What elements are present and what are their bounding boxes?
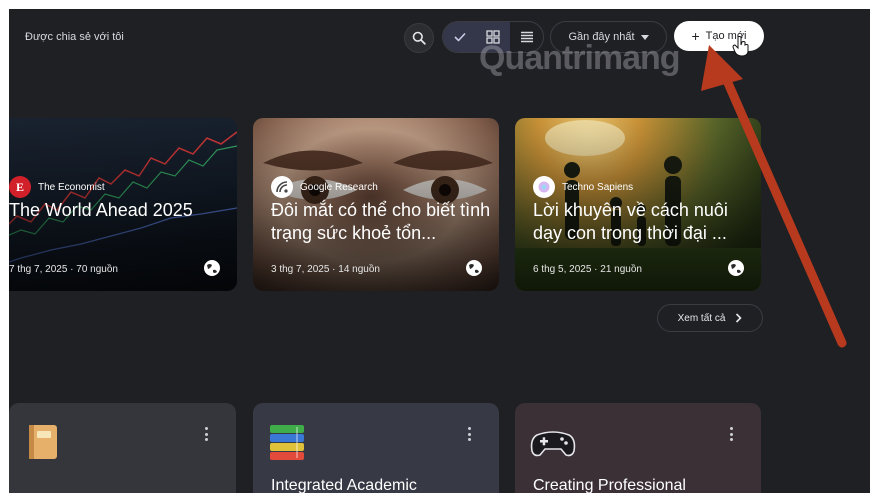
more-options-icon[interactable]	[729, 427, 733, 441]
notebook-title: Integrated Academic	[271, 477, 417, 493]
card-source-name: Techno Sapiens	[562, 181, 634, 193]
card-source-name: The Economist	[38, 181, 105, 193]
notebook-home-page: Được chia sẻ với tôi Gần đây nhất Quantr…	[9, 9, 870, 493]
economist-logo-icon: E	[9, 176, 31, 198]
globe-icon	[728, 260, 744, 276]
book-icon	[29, 425, 57, 459]
notebook-card[interactable]	[9, 403, 236, 493]
card-meta: 3 thg 7, 2025 · 14 nguồn	[271, 264, 380, 275]
notebook-card[interactable]: Integrated Academic	[253, 403, 499, 493]
card-source: Google Research	[271, 176, 378, 198]
chevron-right-icon	[736, 313, 743, 323]
techno-sapiens-logo-icon	[533, 176, 555, 198]
card-title: Lời khuyên về cách nuôi dạy con trong th…	[533, 200, 728, 243]
card-source: E The Economist	[9, 176, 105, 198]
plus-icon: +	[691, 28, 700, 44]
more-options-icon[interactable]	[204, 427, 208, 441]
books-stack-icon	[270, 425, 304, 460]
featured-card-techno-sapiens[interactable]: Techno Sapiens Lời khuyên về cách nuôi d…	[515, 118, 761, 291]
hand-cursor-icon	[732, 36, 749, 57]
shared-with-me-label: Được chia sẻ với tôi	[25, 31, 124, 43]
featured-card-google-research[interactable]: Google Research Đôi mắt có thể cho biết …	[253, 118, 499, 291]
card-meta: 7 thg 7, 2025 · 70 nguồn	[9, 264, 118, 275]
notebook-card[interactable]: Creating Professional	[515, 403, 761, 493]
card-title: The World Ahead 2025	[9, 200, 193, 220]
more-options-icon[interactable]	[467, 427, 471, 441]
globe-icon	[204, 260, 220, 276]
card-source-name: Google Research	[300, 181, 378, 193]
see-all-button[interactable]: Xem tất cả	[657, 304, 763, 332]
featured-card-economist[interactable]: E The Economist The World Ahead 2025 7 t…	[9, 118, 237, 291]
card-title: Đôi mắt có thể cho biết tình trạng sức k…	[271, 200, 491, 243]
gamepad-icon	[530, 431, 576, 457]
search-icon	[412, 31, 426, 45]
card-meta: 6 thg 5, 2025 · 21 nguồn	[533, 264, 642, 275]
search-button[interactable]	[404, 23, 434, 53]
card-source: Techno Sapiens	[533, 176, 633, 198]
see-all-label: Xem tất cả	[677, 312, 726, 324]
create-new-button[interactable]: + Tạo mới	[674, 21, 764, 51]
google-research-logo-icon	[271, 176, 293, 198]
grid-view-button[interactable]	[443, 22, 476, 52]
globe-icon	[466, 260, 482, 276]
check-icon	[453, 32, 466, 42]
watermark-logo: Quantrimang	[479, 39, 681, 77]
notebook-title: Creating Professional	[533, 477, 686, 493]
